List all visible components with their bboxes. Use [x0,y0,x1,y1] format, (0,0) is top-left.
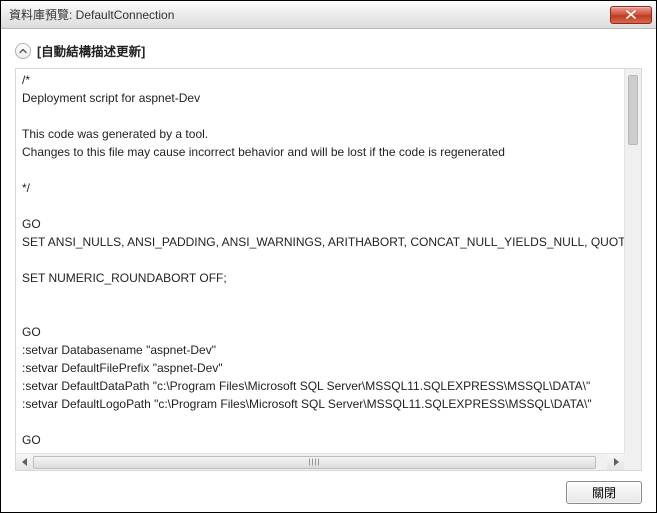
window-title: 資料庫預覽: DefaultConnection [9,6,610,23]
horizontal-scroll-thumb[interactable] [33,456,596,469]
horizontal-scroll-track[interactable] [33,454,607,471]
scrollbar-corner [624,453,641,470]
scroll-left-button[interactable] [16,454,33,471]
vertical-scrollbar[interactable] [624,69,641,453]
dialog-body: [自動結構描述更新] /* Deployment script for aspn… [1,29,656,512]
script-panel: /* Deployment script for aspnet-Dev This… [15,68,642,471]
collapse-toggle[interactable] [15,43,31,59]
scroll-right-button[interactable] [607,454,624,471]
horizontal-scrollbar[interactable] [16,453,624,470]
thumb-grip-icon [309,459,319,466]
close-button[interactable] [610,6,652,24]
script-text: /* Deployment script for aspnet-Dev This… [16,69,641,470]
chevron-up-icon [19,47,27,55]
section-title: [自動結構描述更新] [37,41,145,60]
close-dialog-button[interactable]: 關閉 [566,481,642,504]
triangle-right-icon [613,458,619,466]
vertical-scroll-thumb[interactable] [628,75,638,145]
dialog-footer: 關閉 [15,471,642,504]
section-header: [自動結構描述更新] [15,41,642,64]
close-icon [626,10,636,19]
titlebar: 資料庫預覽: DefaultConnection [1,1,656,29]
triangle-left-icon [22,458,28,466]
